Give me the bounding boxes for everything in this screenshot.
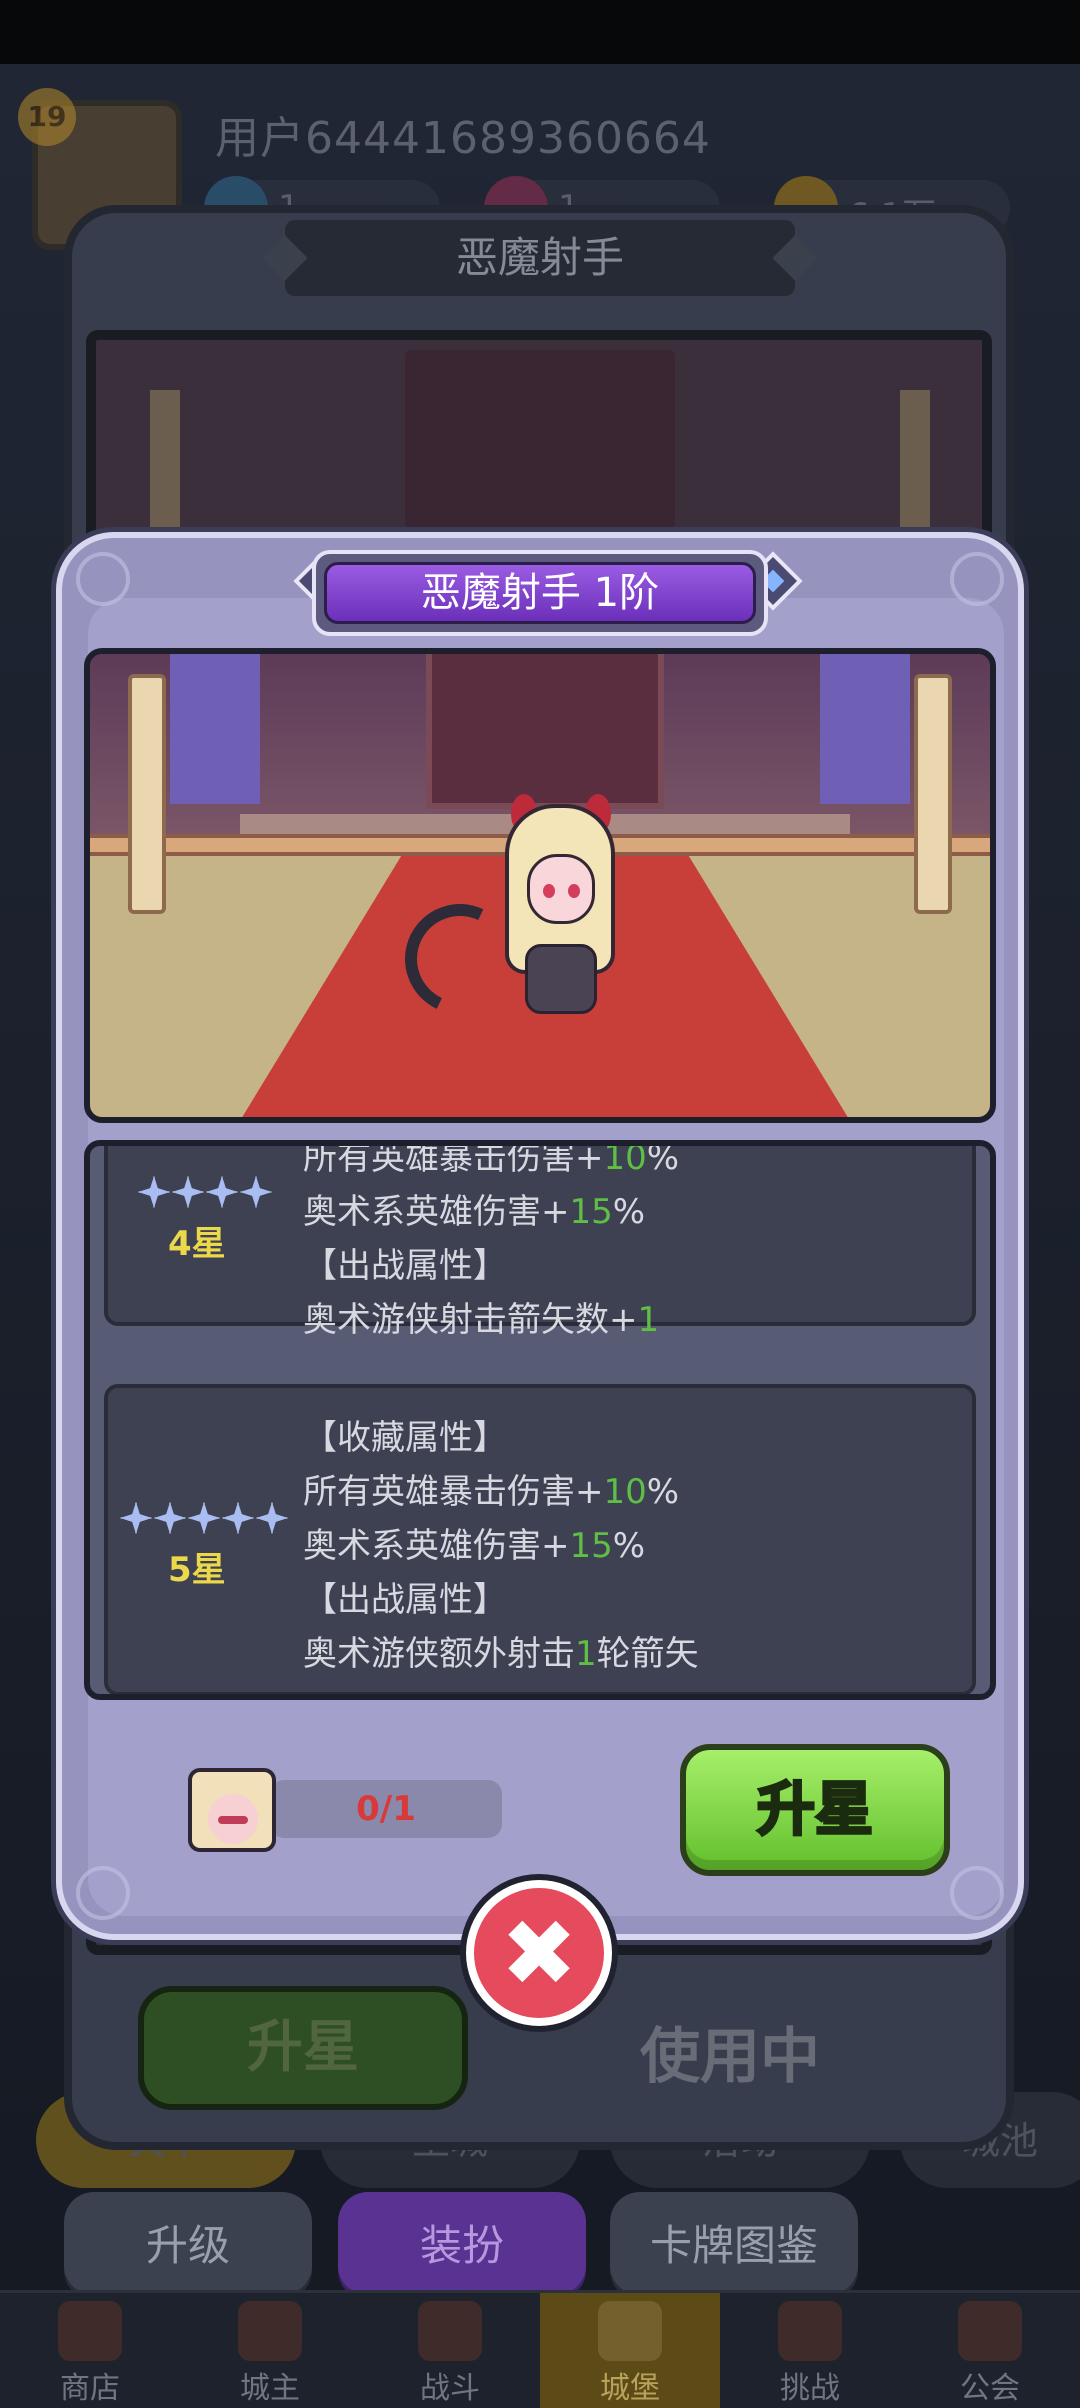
player-level-badge: 19 — [18, 88, 76, 146]
modal-title-plate: 恶魔射手 1阶 — [312, 550, 768, 636]
attribute-line: 奥术系英雄伤害+15% — [303, 1518, 645, 1567]
attr-value: 10 — [603, 1472, 647, 1512]
scene-pillar — [914, 674, 952, 914]
nav-item-challenge[interactable]: 挑战 — [720, 2293, 900, 2408]
sub-tab-card-collection[interactable]: 卡牌图鉴 — [610, 2192, 858, 2300]
attr-unit: 轮箭矢 — [596, 1634, 699, 1674]
star-card-4: 4星 所有英雄暴击伤害+10% 奥术系英雄伤害+15% 【出战属性】 奥术游侠射… — [104, 1140, 976, 1340]
guild-icon — [958, 2301, 1022, 2361]
star-icon — [154, 1502, 186, 1534]
attr-text: 奥术系英雄伤害+ — [303, 1526, 570, 1566]
star-icon — [256, 1502, 288, 1534]
attribute-section-header: 【出战属性】 — [303, 1238, 507, 1287]
attr-value: 10 — [603, 1140, 647, 1178]
star-icon — [188, 1502, 220, 1534]
attr-text: 【出战属性】 — [303, 1580, 507, 1620]
nav-label: 公会 — [960, 2371, 1020, 2406]
star-icon — [120, 1502, 152, 1534]
attr-value: 1 — [637, 1300, 660, 1340]
scene-banner — [426, 654, 664, 809]
corner-ornament — [950, 552, 1004, 606]
scene-banner — [405, 350, 675, 530]
lord-icon — [238, 2301, 302, 2361]
attribute-line: 奥术游侠射击箭矢数+1 — [303, 1292, 659, 1341]
corner-ornament — [76, 552, 130, 606]
attr-unit: % — [646, 1140, 680, 1178]
star-rating-icons — [138, 1176, 274, 1208]
attribute-section-header: 【出战属性】 — [303, 1572, 507, 1621]
hero-shard-avatar — [188, 1768, 276, 1852]
scene-window — [820, 654, 910, 804]
star-icon — [222, 1502, 254, 1534]
demon-archer-sprite — [389, 794, 635, 1034]
nav-item-shop[interactable]: 商店 — [0, 2293, 180, 2408]
nav-label: 战斗 — [420, 2371, 480, 2406]
attr-unit: % — [612, 1526, 646, 1566]
hero-preview-scene — [84, 648, 996, 1123]
panel-upgrade-star-button[interactable]: 升星 — [138, 1986, 468, 2110]
star-attribute-list[interactable]: 4星 所有英雄暴击伤害+10% 奥术系英雄伤害+15% 【出战属性】 奥术游侠射… — [84, 1140, 996, 1700]
shard-progress-text: 0/1 — [356, 1789, 416, 1829]
challenge-icon — [778, 2301, 842, 2361]
attribute-line: 奥术游侠额外射击1轮箭矢 — [303, 1626, 699, 1675]
swords-icon — [418, 2301, 482, 2361]
star-icon — [240, 1176, 272, 1208]
nav-label: 挑战 — [780, 2371, 840, 2406]
nav-item-battle[interactable]: 战斗 — [360, 2293, 540, 2408]
castle-icon — [598, 2301, 662, 2361]
nav-label: 城堡 — [600, 2371, 660, 2406]
nav-item-guild[interactable]: 公会 — [900, 2293, 1080, 2408]
star-level-label: 5星 — [168, 1550, 226, 1590]
hero-eye — [568, 884, 580, 898]
star-card-5: 5星 【收藏属性】 所有英雄暴击伤害+10% 奥术系英雄伤害+15% 【出战属性… — [104, 1384, 976, 1694]
attr-text: 所有英雄暴击伤害+ — [303, 1140, 604, 1178]
attr-value: 1 — [575, 1634, 597, 1674]
game-screen: 19 用户64441689360664 1 1 6.1万 关卡 王城 活动 城池… — [0, 0, 1080, 2408]
attr-text: 所有英雄暴击伤害+ — [303, 1472, 604, 1512]
nav-label: 城主 — [240, 2371, 300, 2406]
nav-item-lord[interactable]: 城主 — [180, 2293, 360, 2408]
close-icon: ✖ — [500, 1900, 578, 2007]
attribute-line: 奥术系英雄伤害+15% — [303, 1184, 645, 1233]
nav-label: 商店 — [60, 2371, 120, 2406]
sub-tab-dress-up[interactable]: 装扮 — [338, 2192, 586, 2300]
attribute-section-header: 【收藏属性】 — [303, 1410, 507, 1459]
hero-body — [525, 944, 597, 1014]
hero-face — [527, 854, 595, 924]
star-rating-icons — [120, 1502, 290, 1534]
attr-value: 15 — [569, 1192, 613, 1232]
nav-item-castle[interactable]: 城堡 — [540, 2293, 720, 2408]
status-bar — [0, 0, 1080, 64]
star-icon — [138, 1176, 170, 1208]
star-icon — [206, 1176, 238, 1208]
attr-text: 【出战属性】 — [303, 1246, 507, 1286]
star-level-label: 4星 — [168, 1224, 226, 1264]
attr-value: 15 — [569, 1526, 613, 1566]
attr-text: 【收藏属性】 — [303, 1418, 507, 1458]
modal-title: 恶魔射手 1阶 — [324, 562, 756, 624]
attr-unit: % — [612, 1192, 646, 1232]
in-use-label: 使用中 — [640, 2022, 820, 2092]
player-username: 用户64441689360664 — [215, 113, 711, 164]
attr-unit: % — [646, 1472, 680, 1512]
bottom-navigation: 商店 城主 战斗 城堡 挑战 公会 — [0, 2290, 1080, 2408]
corner-ornament — [76, 1866, 130, 1920]
attribute-line: 所有英雄暴击伤害+10% — [303, 1464, 679, 1513]
corner-ornament — [950, 1866, 1004, 1920]
shard-progress-bar: 0/1 — [270, 1780, 502, 1838]
attr-text: 奥术系英雄伤害+ — [303, 1192, 570, 1232]
upgrade-star-button[interactable]: 升星 — [680, 1744, 950, 1876]
shop-icon — [58, 2301, 122, 2361]
scene-window — [170, 654, 260, 804]
attr-text: 奥术游侠额外射击 — [303, 1634, 575, 1674]
sub-tab-upgrade[interactable]: 升级 — [64, 2192, 312, 2300]
close-button[interactable]: ✖ — [466, 1880, 612, 2026]
star-icon — [172, 1176, 204, 1208]
hero-eye — [543, 884, 555, 898]
attr-text: 奥术游侠射击箭矢数+ — [303, 1300, 638, 1340]
attribute-line: 所有英雄暴击伤害+10% — [303, 1140, 680, 1179]
scene-pillar — [128, 674, 166, 914]
hero-skin-panel-title: 恶魔射手 — [285, 220, 795, 296]
